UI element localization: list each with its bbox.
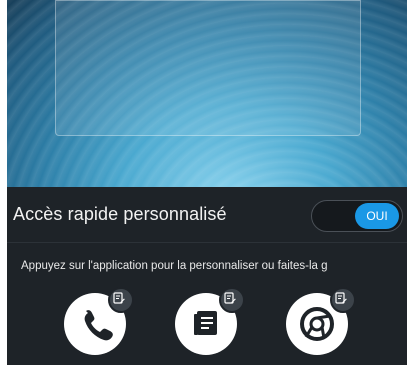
edit-icon (224, 292, 236, 304)
app-notes-button[interactable] (175, 287, 245, 355)
app-chrome-button[interactable] (286, 287, 356, 355)
quick-access-panel: Accès rapide personnalisé OUI Appuyez su… (7, 187, 407, 365)
wallpaper (7, 0, 407, 190)
wallpaper-preview-card (55, 0, 361, 136)
instruction-text: Appuyez sur l'application pour la person… (21, 260, 328, 272)
edit-badge-phone[interactable] (108, 287, 134, 313)
screen: Accès rapide personnalisé OUI Appuyez su… (7, 0, 407, 365)
quick-access-label: Accès rapide personnalisé (13, 204, 227, 224)
quick-access-row: Accès rapide personnalisé OUI (7, 187, 407, 243)
toggle-on-label: OUI (355, 203, 399, 229)
edit-icon (113, 292, 125, 304)
edit-badge-chrome[interactable] (330, 287, 356, 313)
edit-icon (335, 292, 347, 304)
edit-badge-notes[interactable] (219, 287, 245, 313)
quick-access-toggle[interactable]: OUI (311, 200, 403, 232)
app-phone-button[interactable] (64, 287, 134, 355)
